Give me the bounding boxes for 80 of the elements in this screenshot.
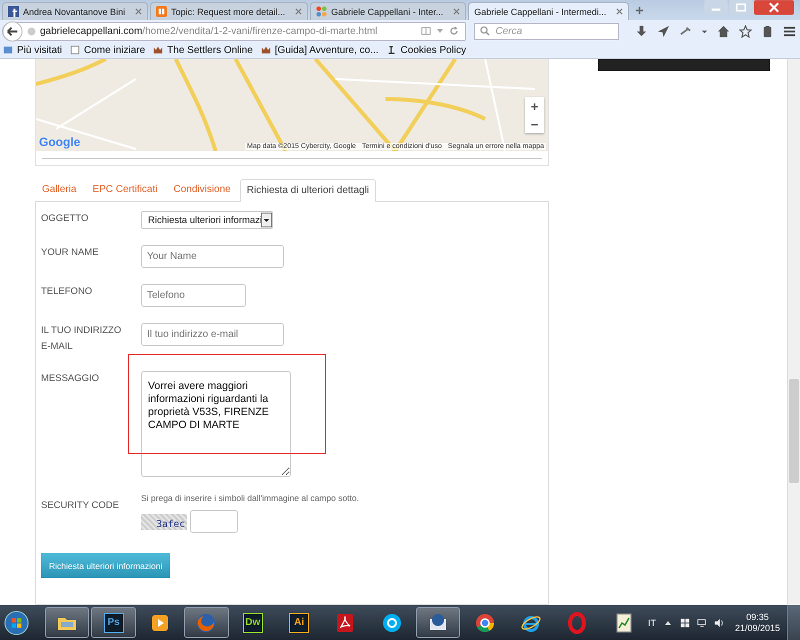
favicon-icon (156, 6, 168, 17)
bookmark-item[interactable]: [Guida] Avventure, co... (260, 44, 379, 56)
scrollbar[interactable] (787, 59, 800, 605)
taskbar-button[interactable]: Ai (276, 607, 322, 638)
clipboard-icon[interactable] (761, 24, 774, 38)
bookmark-item[interactable]: Come iniziare (70, 44, 146, 56)
field-label: OGGETTO (41, 212, 90, 226)
fox-globe-icon (195, 612, 218, 634)
search-placeholder: Cerca (495, 26, 522, 36)
reload-icon[interactable] (449, 26, 460, 36)
taskbar-button[interactable]: Ps (91, 607, 136, 638)
tab-title: Gabriele Cappellani - Inter... (331, 6, 444, 16)
globe-icon (27, 26, 36, 36)
close-icon[interactable] (453, 8, 460, 15)
crown-icon (260, 45, 271, 55)
taskbar-button[interactable]: Dw (230, 607, 275, 638)
search-icon (480, 26, 490, 36)
field-label: IL TUO INDIRIZZO E-MAIL (41, 324, 122, 354)
content-tab[interactable]: EPC Certificati (85, 178, 164, 201)
bookmark-item[interactable]: Più visitati (3, 44, 62, 56)
language-indicator[interactable]: IT (648, 618, 656, 628)
select-field[interactable]: Richiesta ulteriori informazi (141, 211, 273, 229)
browser-tab[interactable]: Gabriele Cappellani - Inter... (310, 2, 466, 20)
message-field[interactable]: Vorrei avere maggiori informazioni riguardanti la proprietà V53S, FIRENZE CAMPO DI MARTE (141, 371, 291, 477)
ring-logo-icon (566, 612, 588, 634)
round-logo-icon (474, 612, 496, 634)
clock[interactable]: 09:35 21/09/2015 (734, 612, 780, 634)
star-icon[interactable] (739, 24, 752, 38)
content-tab[interactable]: Condivisione (166, 178, 238, 201)
zoom-button[interactable]: − (525, 115, 544, 133)
menu-icon[interactable] (783, 24, 796, 38)
close-icon[interactable] (616, 8, 624, 15)
page-icon (70, 45, 80, 55)
map-logo: Google (39, 135, 80, 149)
paper-plane-icon[interactable] (657, 24, 670, 38)
tab-title: Andrea Novantanove Bini (23, 6, 126, 16)
close-icon[interactable] (135, 8, 142, 15)
close-icon[interactable] (295, 8, 302, 15)
input-field[interactable]: Il tuo indirizzo e-mail (141, 323, 284, 346)
reader-icon[interactable] (421, 26, 432, 36)
network-icon[interactable] (696, 618, 707, 628)
tab-title: Topic: Request more detail... (171, 6, 286, 16)
speaker-icon[interactable] (714, 618, 724, 628)
new-tab-icon[interactable] (635, 6, 644, 15)
field-label: TELEFONO (41, 285, 94, 299)
field-label: SECURITY CODE (41, 499, 120, 513)
clock-time: 09:35 (746, 612, 769, 622)
bookmark-item[interactable]: The Settlers Online (153, 44, 253, 56)
start-button[interactable] (4, 610, 30, 636)
crown-icon (153, 45, 164, 55)
address-bar[interactable]: gabrielecappellani.com/home2/vendita/1-2-vani/firenze-campo-di-marte.html (2, 22, 466, 40)
download-icon[interactable] (635, 24, 648, 38)
browser-tab[interactable]: Andrea Novantanove Bini (2, 2, 148, 20)
input-field[interactable]: Your Name (141, 245, 284, 268)
field-label: MESSAGGIO (41, 372, 100, 386)
browser-tab[interactable]: Topic: Request more detail... (150, 2, 308, 20)
field-label: YOUR NAME (41, 246, 100, 260)
app-logo-icon: Ai (289, 612, 310, 632)
bookmark-item[interactable]: Cookies Policy (386, 44, 466, 56)
favicon-icon (316, 6, 328, 17)
tab-title: Gabriele Cappellani - Intermedi... (474, 6, 608, 16)
captcha-image: 3afec (141, 514, 187, 530)
content-tab[interactable]: Galleria (35, 178, 84, 201)
home-icon[interactable] (717, 24, 730, 38)
taskbar-button[interactable] (45, 607, 90, 638)
zoom-button[interactable]: + (525, 97, 544, 115)
url-text: gabrielecappellani.com/home2/vendita/1-2-vani/firenze-campo-di-marte.html (40, 26, 378, 36)
content-tab[interactable]: Richiesta di ulteriori dettagli (240, 179, 376, 202)
browser-tab[interactable]: Gabriele Cappellani - Intermedi... (468, 2, 630, 20)
app-logo-icon: Dw (242, 612, 263, 632)
folder-icon (3, 45, 13, 55)
app-logo-icon: Ps (104, 612, 124, 632)
clock-date: 21/09/2015 (734, 622, 780, 634)
input-field[interactable]: Telefono (141, 284, 246, 307)
scroll-thumb[interactable] (789, 379, 799, 483)
close-icon[interactable] (754, 0, 794, 15)
input-field[interactable] (190, 510, 238, 533)
favicon-icon (8, 6, 19, 17)
captcha-hint: Si prega di inserire i simboli dall'immagine al campo sotto. (141, 493, 359, 503)
taskbar-button[interactable] (416, 607, 460, 638)
